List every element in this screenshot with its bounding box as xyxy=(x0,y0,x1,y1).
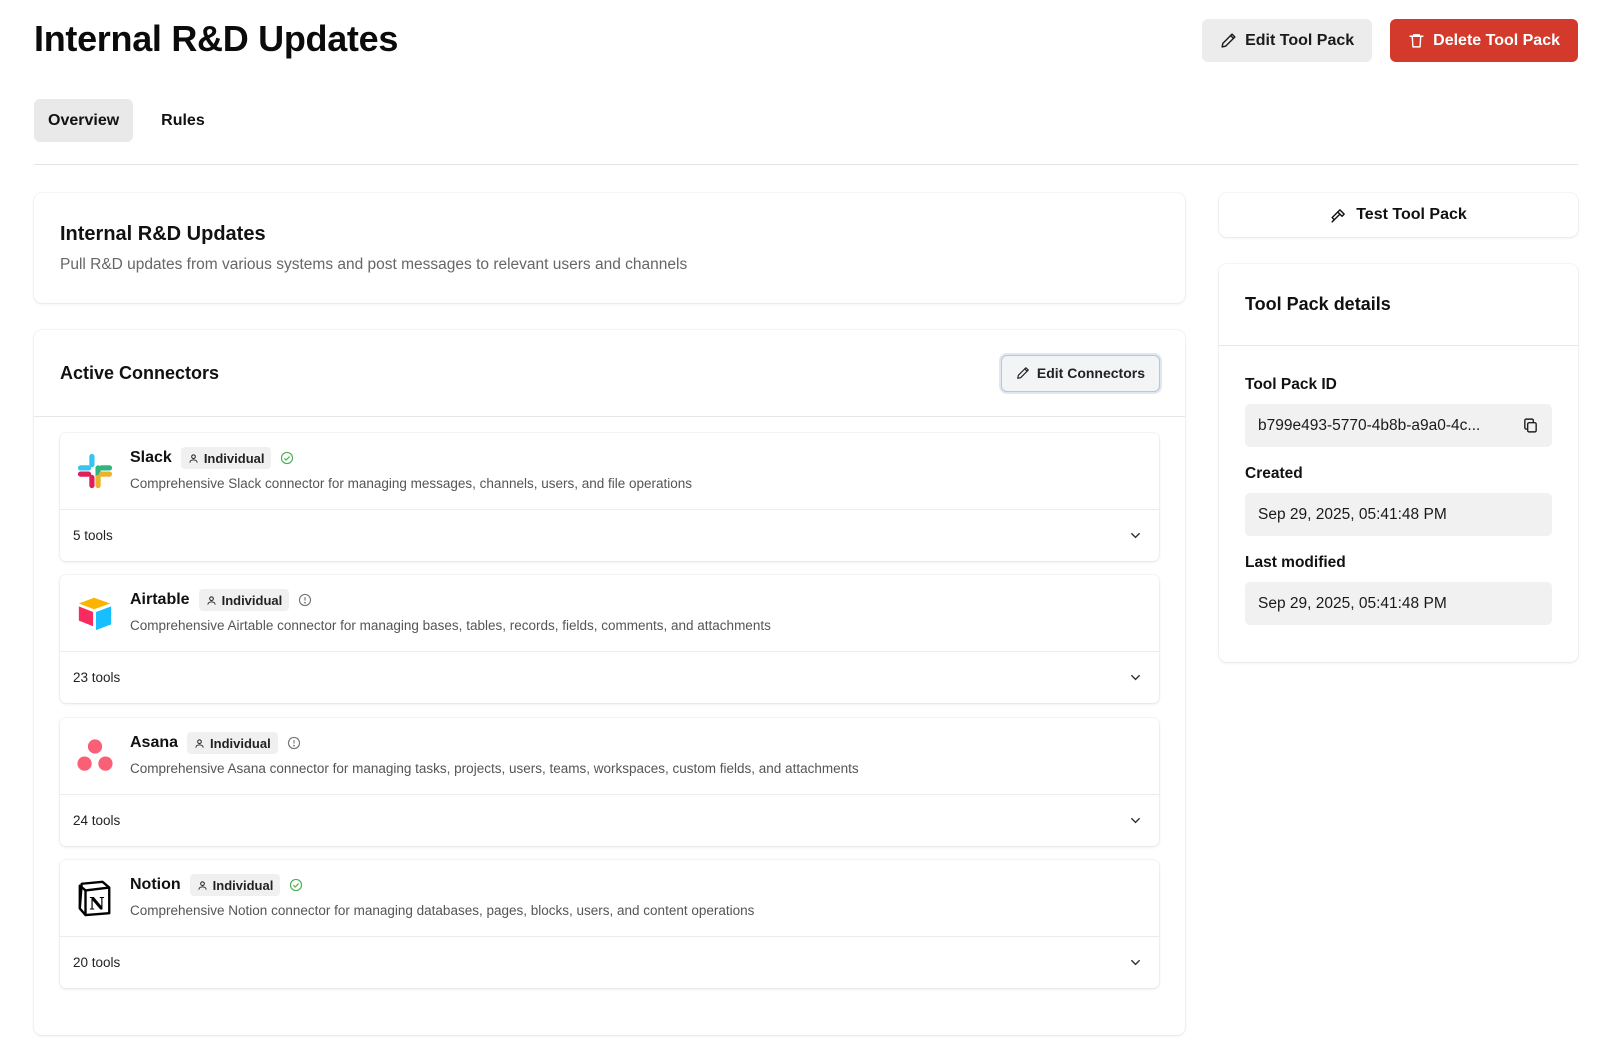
badge-label: Individual xyxy=(212,877,274,893)
delete-tool-pack-button[interactable]: Delete Tool Pack xyxy=(1390,19,1578,62)
individual-badge: Individual xyxy=(198,589,290,611)
tabs-divider xyxy=(34,164,1578,165)
connector-asana: Asana Individual Comprehensive Asana con… xyxy=(60,718,1159,846)
tool-count: 5 tools xyxy=(73,527,113,543)
badge-label: Individual xyxy=(203,450,265,466)
active-connectors-header: Active Connectors Edit Connectors xyxy=(34,330,1185,417)
copy-icon[interactable] xyxy=(1522,417,1539,434)
pencil-icon xyxy=(1221,33,1236,48)
active-connectors-heading: Active Connectors xyxy=(60,362,220,383)
details-body: Tool Pack ID b799e493-5770-4b8b-a9a0-4c.… xyxy=(1219,346,1578,625)
connector-name: Notion xyxy=(130,876,181,893)
connector-tools-toggle[interactable]: 24 tools xyxy=(60,795,1159,845)
page-title: Internal R&D Updates xyxy=(34,18,399,59)
pencil-icon xyxy=(1017,367,1029,379)
info-circle-icon xyxy=(287,736,300,750)
check-circle-icon xyxy=(281,451,294,465)
connector-description: Comprehensive Asana connector for managi… xyxy=(130,761,859,776)
user-icon xyxy=(195,738,204,748)
last-modified-label: Last modified xyxy=(1245,554,1346,571)
tool-pack-id-label: Tool Pack ID xyxy=(1245,376,1337,393)
user-icon xyxy=(206,595,216,605)
connector-name-row: Airtable Individual xyxy=(130,589,312,611)
connector-header: Airtable Individual Comprehensive Airtab… xyxy=(60,575,1159,652)
header-actions: Edit Tool Pack Delete Tool Pack xyxy=(1202,19,1578,62)
overview-description: Pull R&D updates from various systems an… xyxy=(60,256,688,273)
connector-name: Slack xyxy=(130,449,172,466)
trash-icon xyxy=(1409,34,1424,48)
tab-rules[interactable]: Rules xyxy=(147,99,219,142)
edit-tool-pack-label: Edit Tool Pack xyxy=(1245,31,1355,49)
active-connectors-card: Active Connectors Edit Connectors Slack xyxy=(34,330,1185,1035)
connector-tools-toggle[interactable]: 5 tools xyxy=(60,510,1159,560)
tool-count: 24 tools xyxy=(73,812,121,828)
created-field: Sep 29, 2025, 05:41:48 PM xyxy=(1245,493,1552,536)
overview-title: Internal R&D Updates xyxy=(60,223,266,245)
check-circle-icon xyxy=(290,878,303,892)
hammer-icon xyxy=(1331,208,1346,223)
slack-logo-icon xyxy=(77,453,113,489)
svg-text:N: N xyxy=(89,894,105,914)
connector-airtable: Airtable Individual Comprehensive Airtab… xyxy=(60,575,1159,703)
created-label: Created xyxy=(1245,465,1303,482)
test-tool-pack-label: Test Tool Pack xyxy=(1356,206,1467,223)
asana-logo-icon xyxy=(77,739,113,771)
airtable-logo-icon xyxy=(78,597,112,631)
connector-slack: Slack Individual Comprehensive Slack con… xyxy=(60,433,1159,561)
connector-header: Slack Individual Comprehensive Slack con… xyxy=(60,433,1159,510)
tool-count: 23 tools xyxy=(73,669,121,685)
edit-connectors-label: Edit Connectors xyxy=(1036,365,1145,381)
individual-badge: Individual xyxy=(187,732,278,754)
connector-tools-toggle[interactable]: 20 tools xyxy=(60,937,1159,987)
test-tool-pack-button[interactable]: Test Tool Pack xyxy=(1219,193,1578,237)
badge-label: Individual xyxy=(221,592,283,608)
connector-name: Asana xyxy=(130,734,179,751)
tab-overview[interactable]: Overview xyxy=(34,99,134,142)
edit-connectors-button[interactable]: Edit Connectors xyxy=(1000,354,1160,392)
individual-badge: Individual xyxy=(189,874,281,896)
tool-count: 20 tools xyxy=(73,954,121,970)
tab-bar: Overview Rules xyxy=(34,99,219,142)
connector-tools-toggle[interactable]: 23 tools xyxy=(60,652,1159,702)
user-icon xyxy=(189,453,198,463)
connector-name: Airtable xyxy=(130,591,190,608)
connector-description: Comprehensive Slack connector for managi… xyxy=(130,476,693,491)
connector-name-row: Slack Individual xyxy=(130,447,294,469)
individual-badge: Individual xyxy=(180,447,272,469)
connector-description: Comprehensive Airtable connector for man… xyxy=(130,618,771,633)
notion-logo-icon: N xyxy=(78,880,111,917)
last-modified-value: Sep 29, 2025, 05:41:48 PM xyxy=(1258,594,1447,612)
last-modified-field: Sep 29, 2025, 05:41:48 PM xyxy=(1245,582,1552,625)
details-heading: Tool Pack details xyxy=(1219,264,1578,346)
tool-pack-details-card: Tool Pack details Tool Pack ID b799e493-… xyxy=(1219,264,1578,662)
connector-description: Comprehensive Notion connector for manag… xyxy=(130,903,755,918)
edit-tool-pack-button[interactable]: Edit Tool Pack xyxy=(1202,19,1373,62)
info-circle-icon xyxy=(299,593,312,607)
tool-pack-id-field: b799e493-5770-4b8b-a9a0-4c... xyxy=(1245,404,1552,447)
chevron-down-icon xyxy=(1131,674,1140,680)
connector-header: Asana Individual Comprehensive Asana con… xyxy=(60,718,1159,795)
delete-tool-pack-label: Delete Tool Pack xyxy=(1433,31,1560,49)
connector-name-row: Asana Individual xyxy=(130,732,301,754)
chevron-down-icon xyxy=(1131,532,1140,538)
tool-pack-id-value: b799e493-5770-4b8b-a9a0-4c... xyxy=(1258,416,1481,434)
connector-name-row: Notion Individual xyxy=(130,874,303,896)
user-icon xyxy=(197,880,207,890)
chevron-down-icon xyxy=(1131,959,1140,965)
badge-label: Individual xyxy=(210,735,271,751)
chevron-down-icon xyxy=(1131,817,1140,823)
connector-notion: N Notion Individual Comprehensive Notion… xyxy=(60,860,1159,988)
created-value: Sep 29, 2025, 05:41:48 PM xyxy=(1258,505,1447,523)
overview-card: Internal R&D Updates Pull R&D updates fr… xyxy=(34,193,1185,303)
connector-header: N Notion Individual Comprehensive Notion… xyxy=(60,860,1159,937)
